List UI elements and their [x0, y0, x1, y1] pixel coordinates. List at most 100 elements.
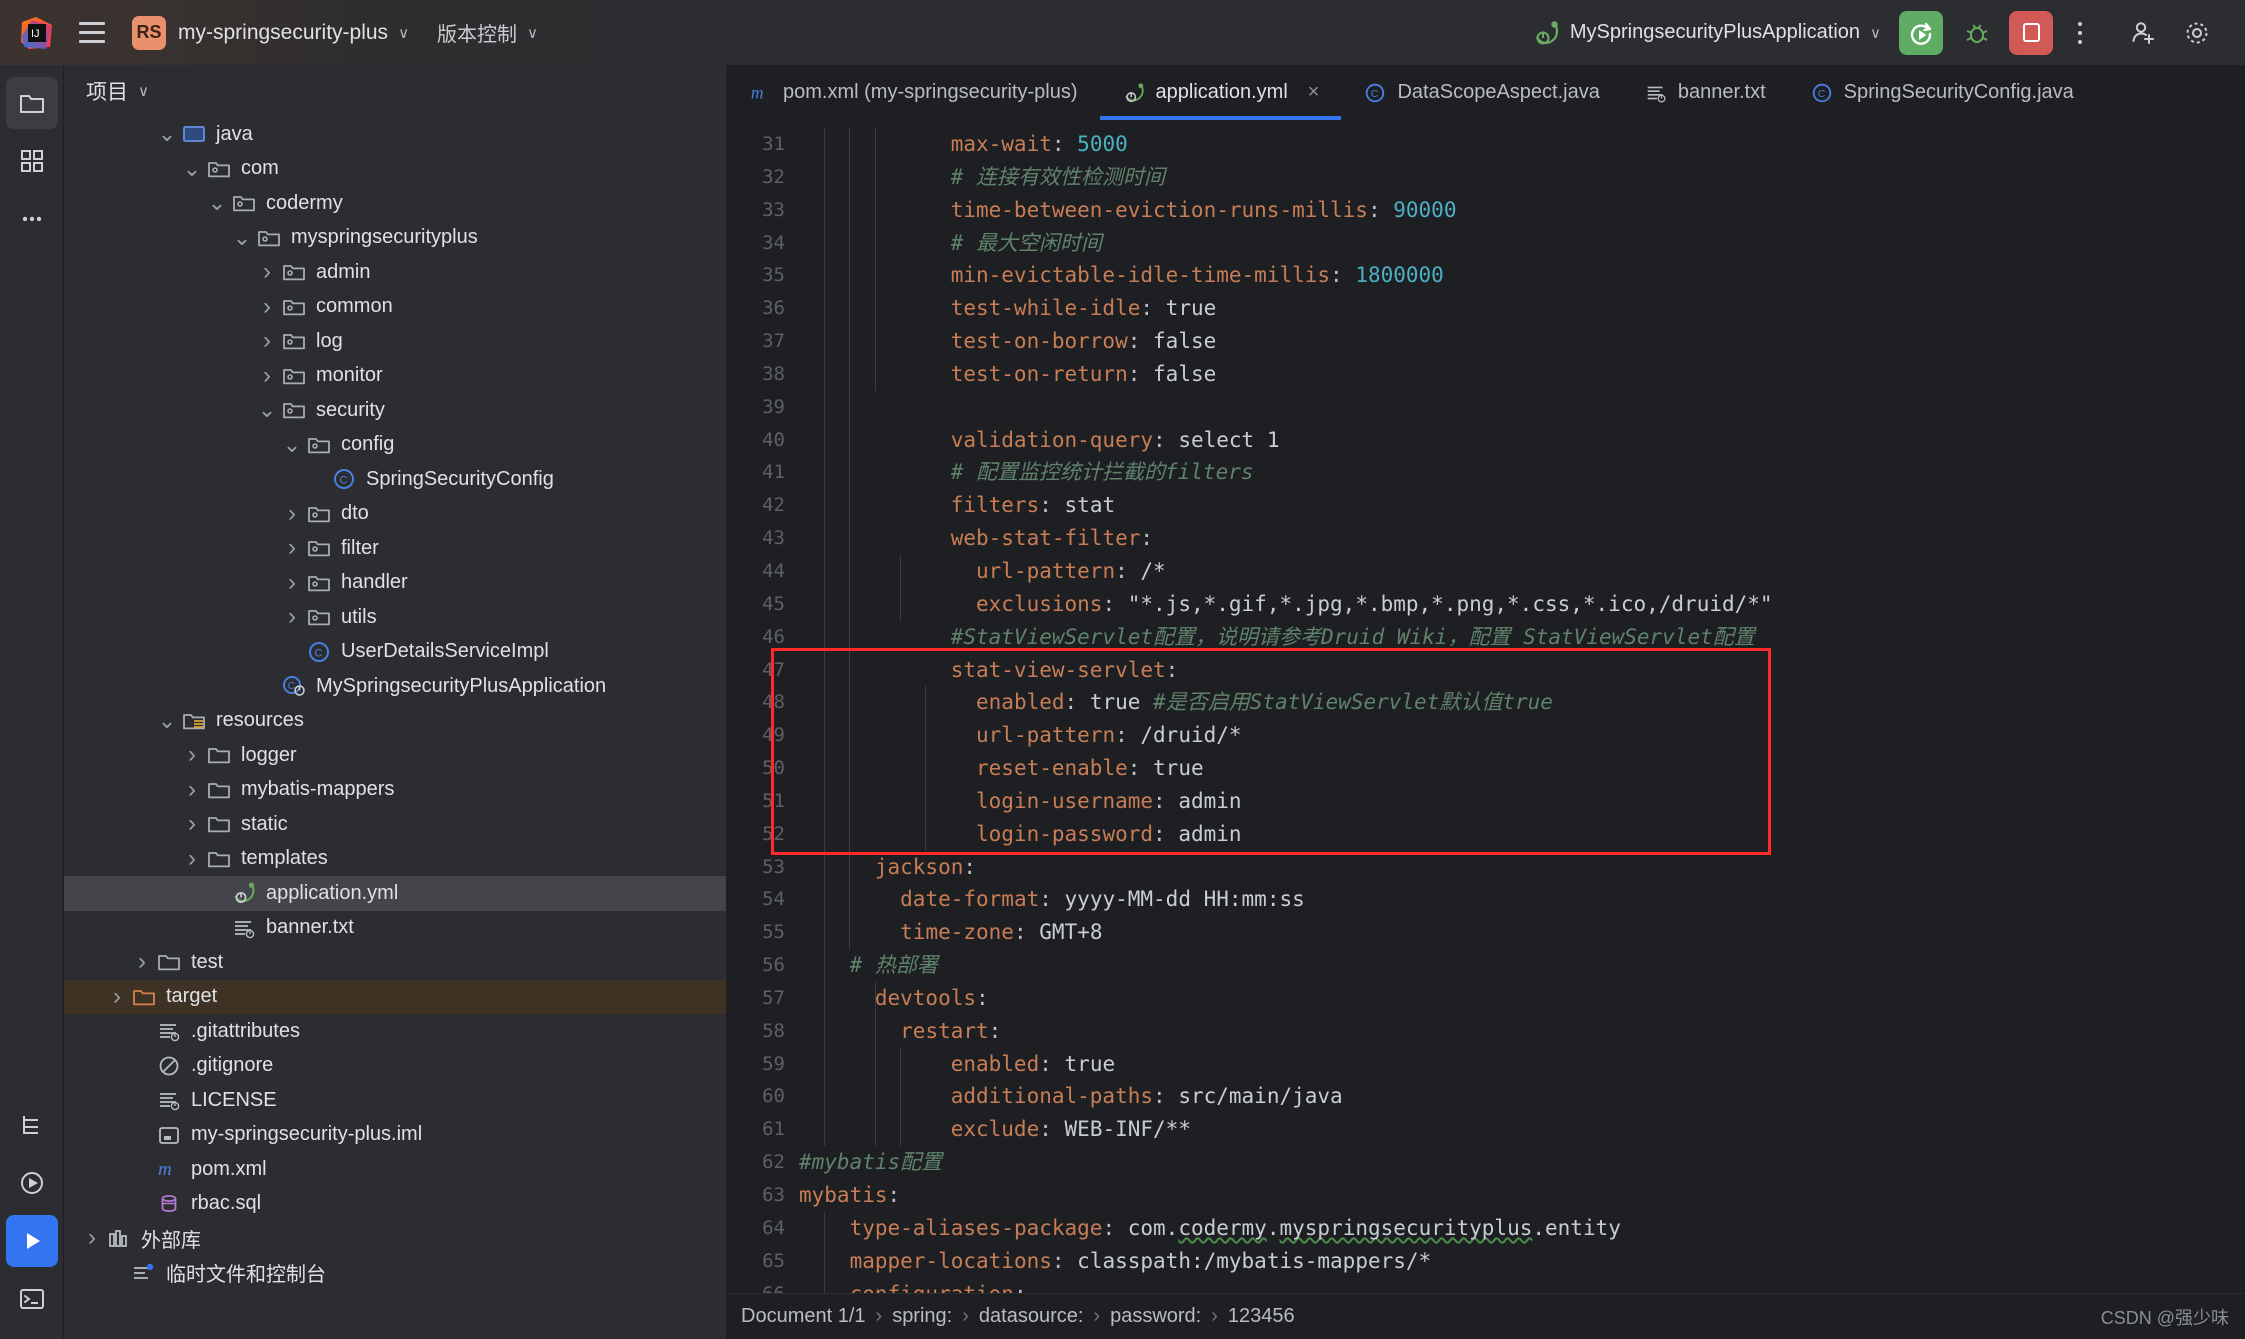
- code-line[interactable]: # 连接有效性检测时间: [799, 161, 2245, 194]
- tree-item[interactable]: ⌄ myspringsecurityplus: [64, 221, 726, 256]
- project-view-chevron-down-icon[interactable]: ∨: [138, 82, 149, 100]
- code-line[interactable]: max-wait: 5000: [799, 128, 2245, 161]
- close-icon[interactable]: ×: [1308, 81, 1320, 104]
- code-line[interactable]: exclude: WEB-INF/**: [799, 1113, 2245, 1146]
- code-line[interactable]: #StatViewServlet配置，说明请参考Druid Wiki，配置_St…: [799, 621, 2245, 654]
- editor-tab[interactable]: C SpringSecurityConfig.java: [1788, 65, 2096, 120]
- sidebar-item-project[interactable]: [5, 77, 58, 129]
- debug-button[interactable]: [1955, 11, 1999, 55]
- code-line[interactable]: web-stat-filter:: [799, 522, 2245, 555]
- chevron-down-icon[interactable]: ⌄: [154, 123, 180, 145]
- settings-icon[interactable]: [2175, 11, 2219, 55]
- code-line[interactable]: test-on-borrow: false: [799, 325, 2245, 358]
- breadcrumb-item[interactable]: datasource:: [979, 1305, 1084, 1327]
- tree-item[interactable]: .gitattributes: [64, 1014, 726, 1049]
- chevron-right-icon[interactable]: ›: [279, 603, 305, 631]
- chevron-right-icon[interactable]: ›: [179, 741, 205, 769]
- code-line[interactable]: mapper-locations: classpath:/mybatis-map…: [799, 1245, 2245, 1278]
- breadcrumb-item[interactable]: Document 1/1: [741, 1305, 866, 1327]
- tree-item[interactable]: › log: [64, 324, 726, 359]
- run-configuration-selector[interactable]: MySpringsecurityPlusApplication ∨: [1534, 20, 1881, 46]
- tree-item[interactable]: ⌄ java: [64, 117, 726, 152]
- code-line[interactable]: time-between-eviction-runs-millis: 90000: [799, 194, 2245, 227]
- code-line[interactable]: login-password: admin: [799, 818, 2245, 851]
- sidebar-item-structure[interactable]: [6, 1099, 58, 1151]
- run-button[interactable]: [1899, 10, 1943, 55]
- tree-item[interactable]: › test: [64, 945, 726, 980]
- code-line[interactable]: enabled: true #是否启用StatViewServlet默认值tru…: [799, 686, 2245, 719]
- tree-item[interactable]: › mybatis-mappers: [64, 773, 726, 808]
- chevron-right-icon[interactable]: ›: [179, 845, 205, 873]
- code-content[interactable]: max-wait: 5000 # 连接有效性检测时间 time-between-…: [799, 120, 2245, 1293]
- main-menu-button[interactable]: [70, 11, 114, 55]
- chevron-right-icon[interactable]: ›: [254, 327, 280, 355]
- code-line[interactable]: min-evictable-idle-time-millis: 1800000: [799, 259, 2245, 292]
- code-line[interactable]: exclusions: "*.js,*.gif,*.jpg,*.bmp,*.pn…: [799, 588, 2245, 621]
- chevron-right-icon[interactable]: ›: [179, 776, 205, 804]
- stop-button[interactable]: [2009, 10, 2053, 55]
- tree-item[interactable]: › templates: [64, 842, 726, 877]
- tree-item[interactable]: C UserDetailsServiceImpl: [64, 635, 726, 670]
- editor-tab-bar[interactable]: m pom.xml (my-springsecurity-plus) applica…: [727, 65, 2245, 120]
- editor-tab[interactable]: m pom.xml (my-springsecurity-plus): [727, 65, 1100, 120]
- tree-item[interactable]: › common: [64, 290, 726, 325]
- code-line[interactable]: configuration:: [799, 1278, 2245, 1293]
- code-line[interactable]: #mybatis配置: [799, 1146, 2245, 1179]
- sidebar-item-more[interactable]: [6, 193, 58, 245]
- breadcrumb[interactable]: Document 1/1 › spring: › datasource: › passwor…: [741, 1305, 1295, 1328]
- tree-item[interactable]: C SpringSecurityConfig: [64, 462, 726, 497]
- tree-item[interactable]: › target: [64, 979, 726, 1014]
- chevron-right-icon[interactable]: ›: [104, 983, 130, 1011]
- code-line[interactable]: # 热部署: [799, 949, 2245, 982]
- tree-item[interactable]: my-springsecurity-plus.iml: [64, 1118, 726, 1153]
- tree-item[interactable]: 临时文件和控制台: [64, 1256, 726, 1291]
- code-line[interactable]: test-while-idle: true: [799, 292, 2245, 325]
- code-line[interactable]: time-zone: GMT+8: [799, 916, 2245, 949]
- project-badge[interactable]: RS: [132, 15, 166, 50]
- code-line[interactable]: # 最大空闲时间: [799, 227, 2245, 260]
- chevron-right-icon[interactable]: ›: [279, 534, 305, 562]
- breadcrumb-item[interactable]: spring:: [892, 1305, 952, 1327]
- chevron-right-icon[interactable]: ›: [254, 258, 280, 286]
- tree-item[interactable]: › static: [64, 807, 726, 842]
- chevron-right-icon[interactable]: ›: [254, 362, 280, 390]
- tree-item[interactable]: ⌄ config: [64, 428, 726, 463]
- code-line[interactable]: restart:: [799, 1015, 2245, 1048]
- tree-item[interactable]: ⌄ resources: [64, 704, 726, 739]
- chevron-down-icon[interactable]: ⌄: [279, 433, 305, 455]
- chevron-down-icon[interactable]: ⌄: [254, 399, 280, 421]
- tree-item[interactable]: › 外部库: [64, 1221, 726, 1256]
- sidebar-item-commit[interactable]: [6, 135, 58, 187]
- chevron-down-icon[interactable]: ⌄: [204, 192, 230, 214]
- code-line[interactable]: url-pattern: /*: [799, 555, 2245, 588]
- code-line[interactable]: validation-query: select 1: [799, 424, 2245, 457]
- project-name[interactable]: my-springsecurity-plus: [178, 21, 388, 45]
- tree-item[interactable]: › dto: [64, 497, 726, 532]
- code-editor[interactable]: 31 32 33 34 35 36 37 38 39 40 41 42 43 44 45 46 47 48 49 50…: [727, 120, 2245, 1293]
- code-line[interactable]: enabled: true: [799, 1048, 2245, 1081]
- tree-item[interactable]: C MySpringsecurityPlusApplication: [64, 669, 726, 704]
- tree-item[interactable]: › handler: [64, 566, 726, 601]
- editor-tab[interactable]: C DataScopeAspect.java: [1341, 65, 1621, 120]
- editor-tab[interactable]: application.yml ×: [1099, 65, 1342, 120]
- chevron-right-icon[interactable]: ›: [254, 293, 280, 321]
- vcs-chevron-down-icon[interactable]: ∨: [527, 24, 538, 42]
- tree-item[interactable]: › admin: [64, 255, 726, 290]
- chevron-right-icon[interactable]: ›: [179, 810, 205, 838]
- tree-item[interactable]: › filter: [64, 531, 726, 566]
- chevron-right-icon[interactable]: ›: [129, 948, 155, 976]
- breadcrumb-item[interactable]: 123456: [1228, 1305, 1295, 1327]
- code-line[interactable]: test-on-return: false: [799, 358, 2245, 391]
- chevron-right-icon[interactable]: ›: [279, 500, 305, 528]
- tree-item[interactable]: ⌄ security: [64, 393, 726, 428]
- tree-item[interactable]: rbac.sql: [64, 1187, 726, 1222]
- tree-item[interactable]: › logger: [64, 738, 726, 773]
- sidebar-item-run[interactable]: [6, 1157, 58, 1209]
- tree-item[interactable]: application.yml: [64, 876, 726, 911]
- tree-item[interactable]: › monitor: [64, 359, 726, 394]
- code-line[interactable]: [799, 391, 2245, 424]
- code-line[interactable]: devtools:: [799, 982, 2245, 1015]
- chevron-down-icon[interactable]: ⌄: [179, 157, 205, 179]
- tree-item[interactable]: ⌄ com: [64, 152, 726, 187]
- project-chevron-down-icon[interactable]: ∨: [398, 24, 409, 42]
